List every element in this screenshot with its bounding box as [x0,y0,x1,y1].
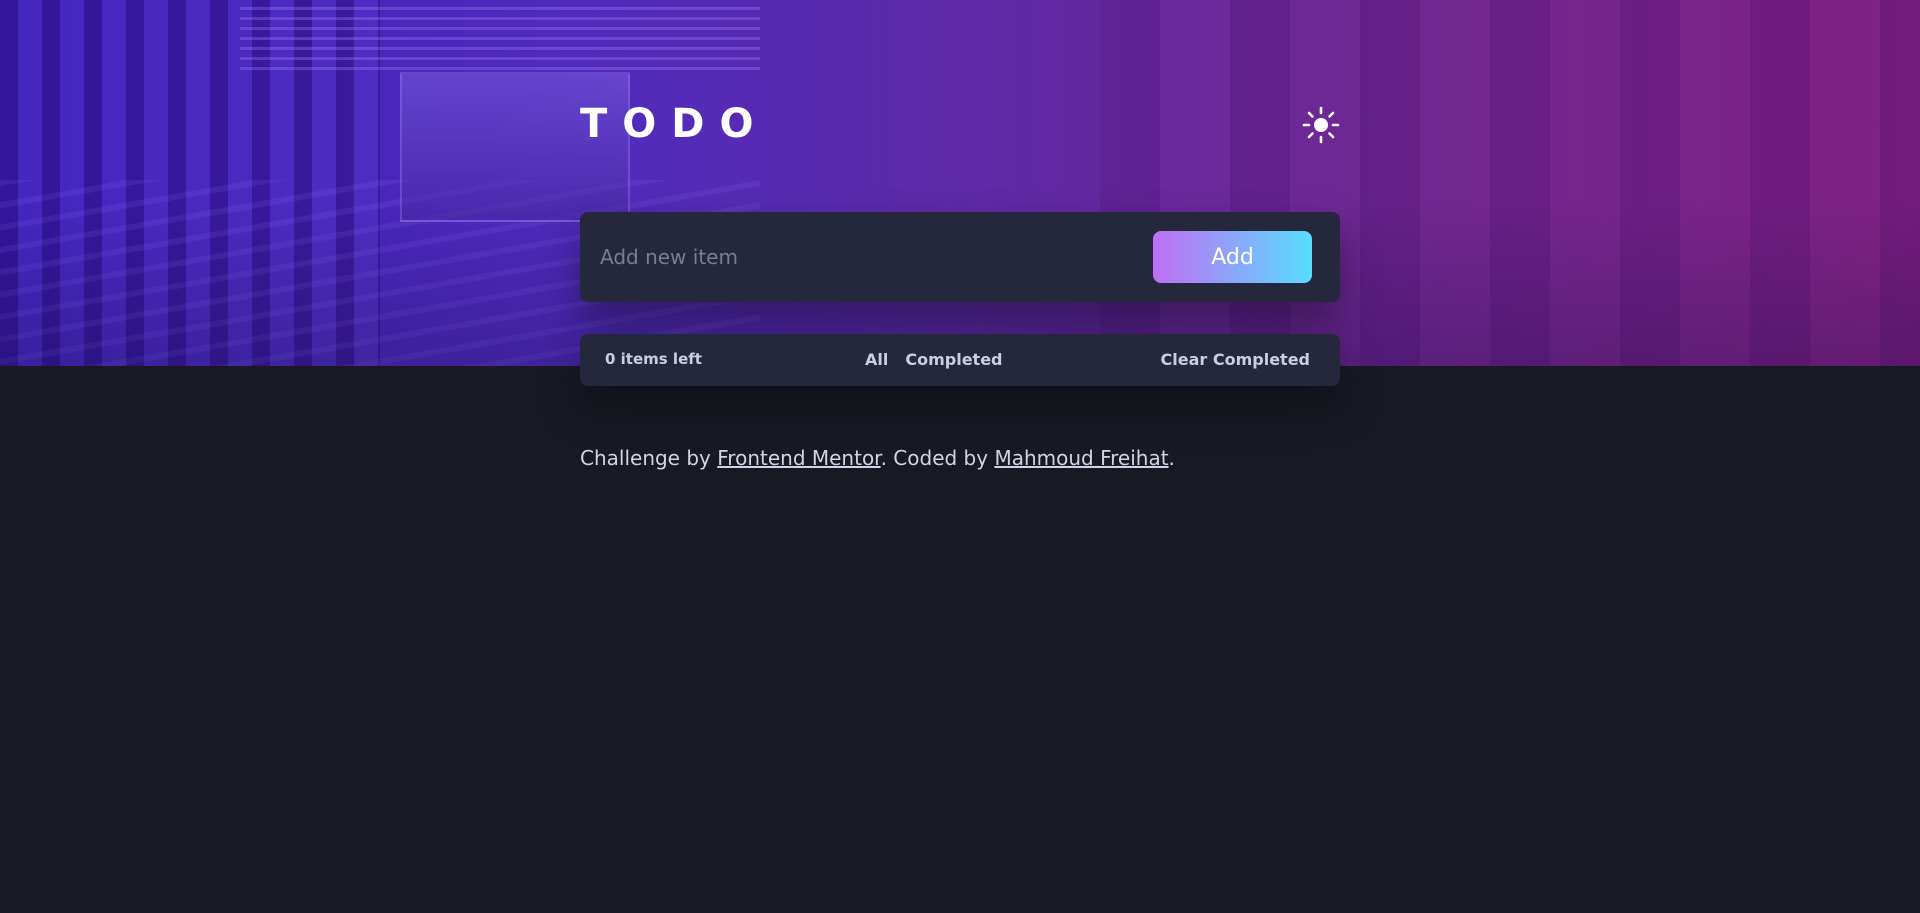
items-left-count: 0 items left [605,350,702,368]
author-link[interactable]: Mahmoud Freihat [994,446,1168,470]
filter-all[interactable]: All [865,350,888,369]
page: TODO Add new item Add 0 items left All C… [0,0,1920,913]
attribution-middle: . Coded by [880,446,995,470]
add-button[interactable]: Add [1153,231,1312,283]
attribution: Challenge by Frontend Mentor. Coded by M… [580,446,1340,470]
clear-completed-button[interactable]: Clear Completed [1161,350,1310,369]
theme-toggle-button[interactable] [1302,106,1340,144]
new-item-form: Add [580,212,1340,302]
hero-overlay [0,0,1920,366]
sun-icon [1302,106,1340,144]
todo-footer-bar: 0 items left All Completed Clear Complet… [580,334,1340,386]
filter-group: All Completed [865,350,1003,369]
hero-background-image [0,0,1920,366]
header: TODO [580,102,1340,146]
attribution-suffix: . [1168,446,1175,470]
filter-completed[interactable]: Completed [905,350,1002,369]
attribution-prefix: Challenge by [580,446,718,470]
frontend-mentor-link[interactable]: Frontend Mentor [717,446,880,470]
new-item-input[interactable] [600,237,1140,277]
app-title: TODO [580,101,769,147]
